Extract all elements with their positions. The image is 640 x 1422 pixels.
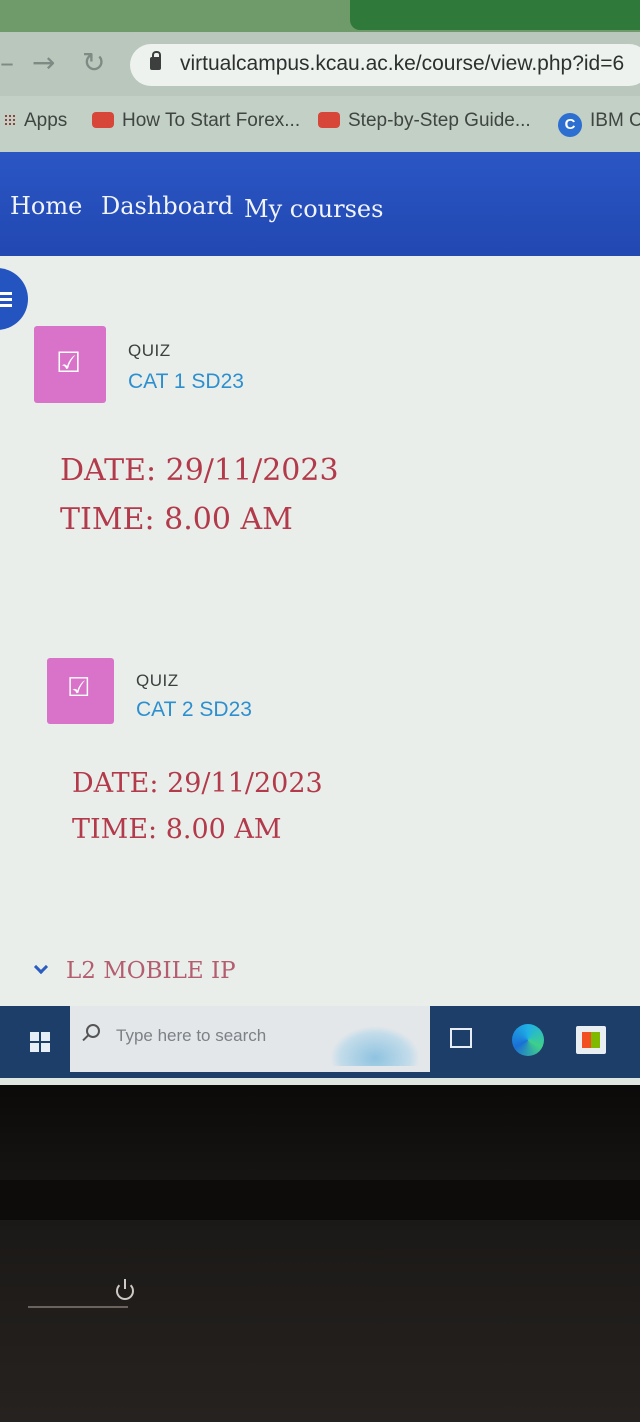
menu-icon	[0, 292, 12, 295]
bookmark-label: Apps	[24, 110, 68, 131]
activity-type-label: QUIZ	[136, 671, 179, 690]
search-highlight-art	[330, 1026, 420, 1066]
quiz-date: DATE: 29/11/2023	[72, 768, 323, 799]
quiz-time: TIME: 8.00 AM	[72, 814, 282, 845]
bezel-edge	[28, 1306, 128, 1308]
address-bar[interactable]: virtualcampus.kcau.ac.ke/course/view.php…	[130, 44, 640, 86]
browser-toolbar: – → ↻ virtualcampus.kcau.ac.ke/course/vi…	[0, 32, 640, 96]
search-placeholder: Type here to search	[116, 1026, 267, 1045]
quiz-icon[interactable]: ☑	[34, 326, 106, 403]
windows-taskbar: Type here to search	[0, 1006, 640, 1078]
address-url[interactable]: virtualcampus.kcau.ac.ke/course/view.php…	[180, 52, 624, 76]
activity-type-label: QUIZ	[128, 341, 171, 360]
start-tile	[41, 1043, 50, 1052]
windows-start-icon[interactable]	[14, 1018, 64, 1064]
laptop-screen: – → ↻ virtualcampus.kcau.ac.ke/course/vi…	[0, 0, 640, 1085]
nav-my-courses[interactable]: My courses	[244, 195, 383, 223]
bookmark-label: IBM C	[590, 110, 640, 131]
quiz-time: TIME: 8.00 AM	[60, 502, 293, 537]
task-view-icon[interactable]	[450, 1028, 472, 1048]
ibm-c-icon: C	[558, 113, 582, 137]
youtube-icon	[92, 112, 114, 128]
section-title: L2 MOBILE IP	[66, 958, 236, 984]
apps-grid-icon	[4, 114, 16, 126]
bookmark-label: Step-by-Step Guide...	[348, 110, 531, 131]
reload-icon[interactable]: ↻	[82, 46, 105, 79]
bookmark-guide[interactable]: Step-by-Step Guide...	[318, 110, 531, 132]
quiz-icon[interactable]: ☑	[47, 658, 114, 724]
bookmarks-bar: Apps How To Start Forex... Step-by-Step …	[0, 96, 640, 152]
forward-arrow-icon[interactable]: →	[32, 46, 55, 79]
start-tile	[30, 1032, 39, 1041]
quiz-link-cat2[interactable]: CAT 2 SD23	[136, 698, 252, 722]
bookmark-label: How To Start Forex...	[122, 110, 301, 131]
start-tile	[30, 1043, 39, 1052]
active-tab[interactable]	[350, 0, 640, 30]
store-icon[interactable]	[576, 1026, 606, 1054]
bookmark-ibm[interactable]: C IBM C	[558, 110, 640, 137]
laptop-hinge	[0, 1180, 640, 1220]
start-tile	[41, 1032, 50, 1041]
quiz-date: DATE: 29/11/2023	[60, 453, 339, 488]
power-icon[interactable]	[116, 1279, 134, 1300]
chevron-down-icon[interactable]	[33, 959, 49, 975]
checkbox-icon: ☑	[56, 346, 82, 379]
drawer-toggle-button[interactable]	[0, 268, 28, 330]
course-content: ☑ QUIZ CAT 1 SD23 DATE: 29/11/2023 TIME:…	[0, 256, 640, 1006]
nav-dashboard[interactable]: Dashboard	[101, 192, 233, 220]
edge-icon[interactable]	[512, 1024, 544, 1056]
checkbox-icon: ☑	[67, 673, 91, 703]
menu-icon-bar	[0, 298, 12, 301]
section-header[interactable]: L2 MOBILE IP	[33, 958, 236, 984]
search-icon	[86, 1024, 100, 1038]
bookmark-forex[interactable]: How To Start Forex...	[92, 110, 300, 132]
taskbar-search-box[interactable]: Type here to search	[70, 1006, 430, 1072]
youtube-icon	[318, 112, 340, 128]
laptop-bezel	[0, 1085, 640, 1422]
nav-home[interactable]: Home	[10, 192, 82, 220]
site-navbar: Home Dashboard My courses	[0, 152, 640, 256]
menu-icon-bar	[0, 304, 12, 307]
bookmark-apps[interactable]: Apps	[4, 110, 67, 132]
lock-icon	[150, 51, 161, 70]
back-icon[interactable]: –	[0, 46, 14, 79]
browser-tab-strip	[0, 0, 640, 32]
quiz-link-cat1[interactable]: CAT 1 SD23	[128, 370, 244, 394]
